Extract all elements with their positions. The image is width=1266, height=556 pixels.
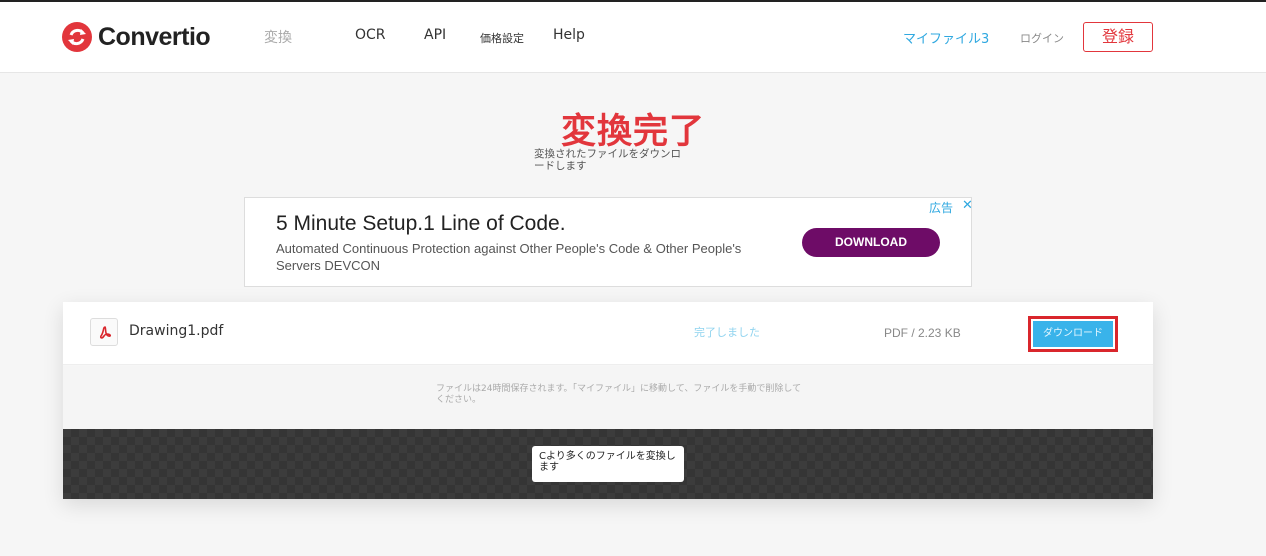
ad-label[interactable]: 広告: [929, 199, 953, 216]
site-header: Convertio 変換 OCR API 価格設定 Help マイファイル3 ロ…: [0, 2, 1266, 73]
ad-download-button[interactable]: DOWNLOAD: [802, 228, 940, 257]
nav-api[interactable]: API: [424, 27, 446, 43]
info-area: ファイルは24時間保存されます。「マイファイル」に移動して、ファイルを手動で削除…: [63, 366, 1153, 430]
nav-help[interactable]: Help: [553, 27, 585, 43]
nav-pricing[interactable]: 価格設定: [480, 30, 524, 46]
file-meta: PDF / 2.23 KB: [884, 326, 961, 340]
promo-box[interactable]: Cより多くのファイルを変換します: [532, 446, 684, 482]
file-status: 完了しました: [694, 326, 760, 339]
pdf-icon: [90, 318, 118, 346]
promo-text: Cより多くのファイルを変換します: [539, 451, 676, 473]
my-files-count: 3: [981, 32, 990, 47]
nav-convert[interactable]: 変換: [264, 27, 292, 47]
logo-text: Convertio: [98, 22, 211, 51]
info-text: ファイルは24時間保存されます。「マイファイル」に移動して、ファイルを手動で削除…: [436, 384, 802, 405]
file-row: Drawing1.pdf 完了しました PDF / 2.23 KB ダウンロード: [63, 302, 1153, 365]
convertio-logo-icon: [62, 22, 92, 52]
page-subtitle: 変換されたファイルをダウンロードします: [534, 148, 681, 172]
nav-ocr[interactable]: OCR: [355, 27, 386, 43]
ad-banner[interactable]: 5 Minute Setup.1 Line of Code. Automated…: [244, 197, 973, 287]
my-files-label: マイファイル: [903, 32, 982, 47]
page-title: 変換完了: [560, 112, 705, 152]
my-files-link[interactable]: マイファイル3: [903, 28, 989, 47]
ad-title: 5 Minute Setup.1 Line of Code.: [276, 212, 566, 235]
conversion-panel: Drawing1.pdf 完了しました PDF / 2.23 KB ダウンロード…: [63, 302, 1153, 499]
logo[interactable]: Convertio: [62, 22, 211, 52]
ad-close-icon[interactable]: ✕: [962, 198, 973, 213]
login-link[interactable]: ログイン: [1020, 30, 1064, 46]
register-button[interactable]: 登録: [1083, 22, 1153, 52]
ad-text: Automated Continuous Protection against …: [276, 241, 742, 273]
download-highlight: ダウンロード: [1028, 316, 1118, 352]
file-name: Drawing1.pdf: [129, 323, 224, 339]
promo-area: Cより多くのファイルを変換します: [63, 429, 1153, 499]
download-button[interactable]: ダウンロード: [1033, 321, 1113, 347]
